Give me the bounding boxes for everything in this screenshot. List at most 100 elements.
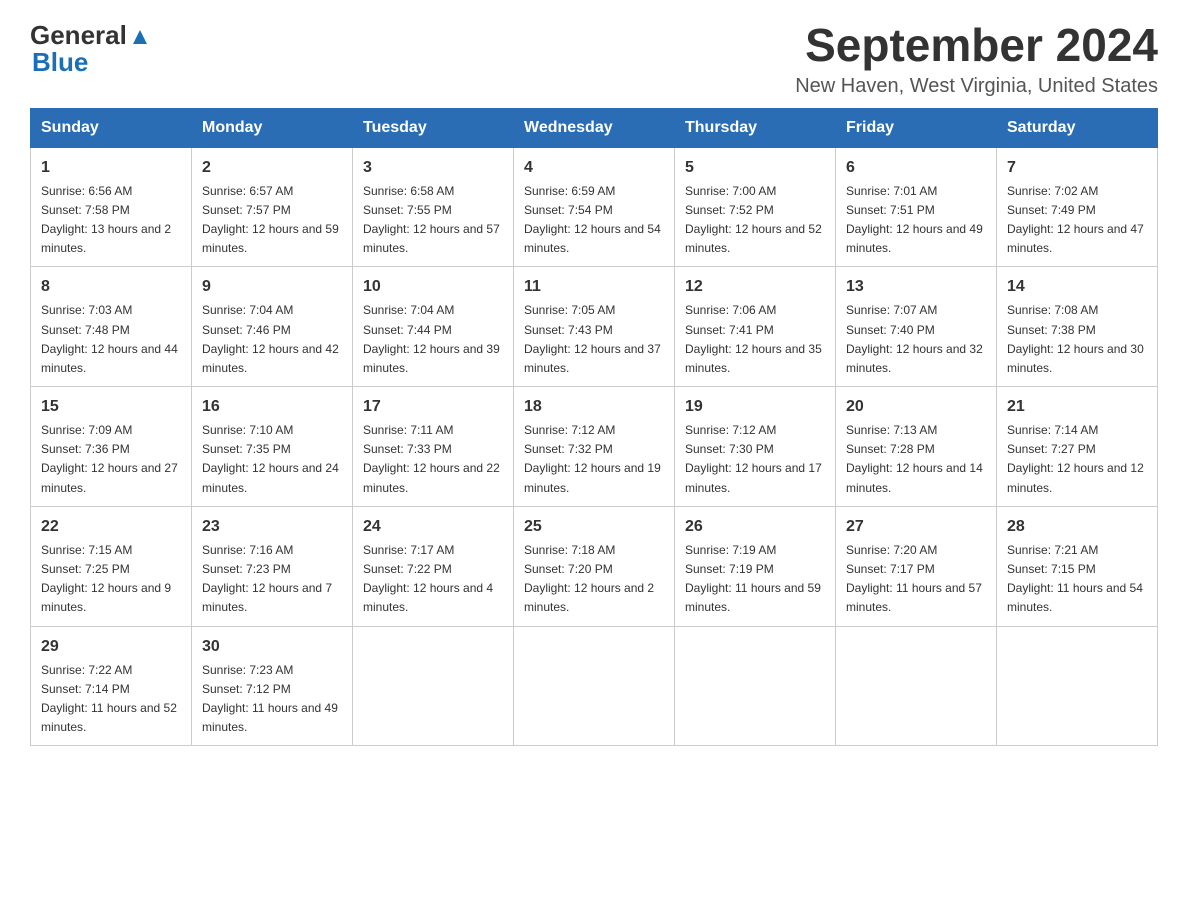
day-number: 22 <box>41 515 181 539</box>
day-number: 6 <box>846 156 986 180</box>
calendar-cell: 23 Sunrise: 7:16 AMSunset: 7:23 PMDaylig… <box>192 506 353 626</box>
calendar-cell: 24 Sunrise: 7:17 AMSunset: 7:22 PMDaylig… <box>353 506 514 626</box>
calendar-body: 1 Sunrise: 6:56 AMSunset: 7:58 PMDayligh… <box>31 147 1158 746</box>
calendar-cell: 25 Sunrise: 7:18 AMSunset: 7:20 PMDaylig… <box>514 506 675 626</box>
calendar-week-row: 29 Sunrise: 7:22 AMSunset: 7:14 PMDaylig… <box>31 626 1158 746</box>
day-info: Sunrise: 7:16 AMSunset: 7:23 PMDaylight:… <box>202 543 332 615</box>
day-number: 9 <box>202 275 342 299</box>
calendar-cell: 15 Sunrise: 7:09 AMSunset: 7:36 PMDaylig… <box>31 387 192 507</box>
logo-blue-text: Blue <box>32 47 88 77</box>
calendar-cell: 8 Sunrise: 7:03 AMSunset: 7:48 PMDayligh… <box>31 267 192 387</box>
calendar-cell: 9 Sunrise: 7:04 AMSunset: 7:46 PMDayligh… <box>192 267 353 387</box>
calendar-cell <box>514 626 675 746</box>
day-info: Sunrise: 7:20 AMSunset: 7:17 PMDaylight:… <box>846 543 982 615</box>
day-info: Sunrise: 7:13 AMSunset: 7:28 PMDaylight:… <box>846 423 983 495</box>
calendar-week-row: 22 Sunrise: 7:15 AMSunset: 7:25 PMDaylig… <box>31 506 1158 626</box>
day-number: 20 <box>846 395 986 419</box>
day-info: Sunrise: 7:23 AMSunset: 7:12 PMDaylight:… <box>202 663 338 735</box>
day-number: 4 <box>524 156 664 180</box>
weekday-header-tuesday: Tuesday <box>353 108 514 147</box>
day-number: 30 <box>202 635 342 659</box>
calendar-cell <box>997 626 1158 746</box>
calendar-cell: 19 Sunrise: 7:12 AMSunset: 7:30 PMDaylig… <box>675 387 836 507</box>
calendar-cell <box>836 626 997 746</box>
weekday-header-monday: Monday <box>192 108 353 147</box>
day-number: 28 <box>1007 515 1147 539</box>
calendar-cell: 5 Sunrise: 7:00 AMSunset: 7:52 PMDayligh… <box>675 147 836 267</box>
day-info: Sunrise: 7:12 AMSunset: 7:30 PMDaylight:… <box>685 423 822 495</box>
day-number: 13 <box>846 275 986 299</box>
day-info: Sunrise: 7:22 AMSunset: 7:14 PMDaylight:… <box>41 663 177 735</box>
calendar-header: SundayMondayTuesdayWednesdayThursdayFrid… <box>31 108 1158 147</box>
day-info: Sunrise: 7:00 AMSunset: 7:52 PMDaylight:… <box>685 184 822 256</box>
calendar-cell: 22 Sunrise: 7:15 AMSunset: 7:25 PMDaylig… <box>31 506 192 626</box>
calendar-cell: 27 Sunrise: 7:20 AMSunset: 7:17 PMDaylig… <box>836 506 997 626</box>
location-title: New Haven, West Virginia, United States <box>795 75 1158 98</box>
day-info: Sunrise: 7:21 AMSunset: 7:15 PMDaylight:… <box>1007 543 1143 615</box>
day-number: 29 <box>41 635 181 659</box>
logo-triangle-icon <box>129 26 151 48</box>
day-number: 24 <box>363 515 503 539</box>
logo: General Blue <box>30 20 151 78</box>
day-info: Sunrise: 7:15 AMSunset: 7:25 PMDaylight:… <box>41 543 171 615</box>
day-number: 18 <box>524 395 664 419</box>
day-info: Sunrise: 7:02 AMSunset: 7:49 PMDaylight:… <box>1007 184 1144 256</box>
day-info: Sunrise: 7:05 AMSunset: 7:43 PMDaylight:… <box>524 303 661 375</box>
calendar-cell: 14 Sunrise: 7:08 AMSunset: 7:38 PMDaylig… <box>997 267 1158 387</box>
day-number: 15 <box>41 395 181 419</box>
calendar-table: SundayMondayTuesdayWednesdayThursdayFrid… <box>30 108 1158 747</box>
day-info: Sunrise: 7:01 AMSunset: 7:51 PMDaylight:… <box>846 184 983 256</box>
day-info: Sunrise: 7:10 AMSunset: 7:35 PMDaylight:… <box>202 423 339 495</box>
day-info: Sunrise: 6:59 AMSunset: 7:54 PMDaylight:… <box>524 184 661 256</box>
day-number: 23 <box>202 515 342 539</box>
day-info: Sunrise: 7:04 AMSunset: 7:44 PMDaylight:… <box>363 303 500 375</box>
day-number: 14 <box>1007 275 1147 299</box>
day-number: 16 <box>202 395 342 419</box>
calendar-cell: 1 Sunrise: 6:56 AMSunset: 7:58 PMDayligh… <box>31 147 192 267</box>
calendar-cell: 3 Sunrise: 6:58 AMSunset: 7:55 PMDayligh… <box>353 147 514 267</box>
day-info: Sunrise: 7:14 AMSunset: 7:27 PMDaylight:… <box>1007 423 1144 495</box>
calendar-week-row: 1 Sunrise: 6:56 AMSunset: 7:58 PMDayligh… <box>31 147 1158 267</box>
calendar-cell: 29 Sunrise: 7:22 AMSunset: 7:14 PMDaylig… <box>31 626 192 746</box>
day-info: Sunrise: 7:03 AMSunset: 7:48 PMDaylight:… <box>41 303 178 375</box>
calendar-cell: 26 Sunrise: 7:19 AMSunset: 7:19 PMDaylig… <box>675 506 836 626</box>
calendar-cell: 17 Sunrise: 7:11 AMSunset: 7:33 PMDaylig… <box>353 387 514 507</box>
calendar-cell: 13 Sunrise: 7:07 AMSunset: 7:40 PMDaylig… <box>836 267 997 387</box>
day-info: Sunrise: 7:09 AMSunset: 7:36 PMDaylight:… <box>41 423 178 495</box>
day-number: 26 <box>685 515 825 539</box>
day-number: 17 <box>363 395 503 419</box>
day-info: Sunrise: 7:11 AMSunset: 7:33 PMDaylight:… <box>363 423 500 495</box>
page-header: General Blue September 2024 New Haven, W… <box>30 20 1158 98</box>
calendar-cell: 7 Sunrise: 7:02 AMSunset: 7:49 PMDayligh… <box>997 147 1158 267</box>
calendar-cell: 20 Sunrise: 7:13 AMSunset: 7:28 PMDaylig… <box>836 387 997 507</box>
day-number: 19 <box>685 395 825 419</box>
day-info: Sunrise: 6:56 AMSunset: 7:58 PMDaylight:… <box>41 184 171 256</box>
day-number: 11 <box>524 275 664 299</box>
day-number: 3 <box>363 156 503 180</box>
weekday-header-wednesday: Wednesday <box>514 108 675 147</box>
calendar-cell: 28 Sunrise: 7:21 AMSunset: 7:15 PMDaylig… <box>997 506 1158 626</box>
calendar-cell: 16 Sunrise: 7:10 AMSunset: 7:35 PMDaylig… <box>192 387 353 507</box>
weekday-header-thursday: Thursday <box>675 108 836 147</box>
day-info: Sunrise: 7:04 AMSunset: 7:46 PMDaylight:… <box>202 303 339 375</box>
day-number: 12 <box>685 275 825 299</box>
day-number: 25 <box>524 515 664 539</box>
day-info: Sunrise: 7:19 AMSunset: 7:19 PMDaylight:… <box>685 543 821 615</box>
weekday-header-row: SundayMondayTuesdayWednesdayThursdayFrid… <box>31 108 1158 147</box>
weekday-header-friday: Friday <box>836 108 997 147</box>
day-number: 7 <box>1007 156 1147 180</box>
day-number: 2 <box>202 156 342 180</box>
calendar-cell <box>675 626 836 746</box>
day-number: 8 <box>41 275 181 299</box>
calendar-cell <box>353 626 514 746</box>
calendar-week-row: 15 Sunrise: 7:09 AMSunset: 7:36 PMDaylig… <box>31 387 1158 507</box>
calendar-cell: 6 Sunrise: 7:01 AMSunset: 7:51 PMDayligh… <box>836 147 997 267</box>
calendar-week-row: 8 Sunrise: 7:03 AMSunset: 7:48 PMDayligh… <box>31 267 1158 387</box>
day-number: 21 <box>1007 395 1147 419</box>
day-info: Sunrise: 7:12 AMSunset: 7:32 PMDaylight:… <box>524 423 661 495</box>
day-number: 27 <box>846 515 986 539</box>
calendar-cell: 11 Sunrise: 7:05 AMSunset: 7:43 PMDaylig… <box>514 267 675 387</box>
day-info: Sunrise: 6:58 AMSunset: 7:55 PMDaylight:… <box>363 184 500 256</box>
weekday-header-sunday: Sunday <box>31 108 192 147</box>
calendar-cell: 10 Sunrise: 7:04 AMSunset: 7:44 PMDaylig… <box>353 267 514 387</box>
